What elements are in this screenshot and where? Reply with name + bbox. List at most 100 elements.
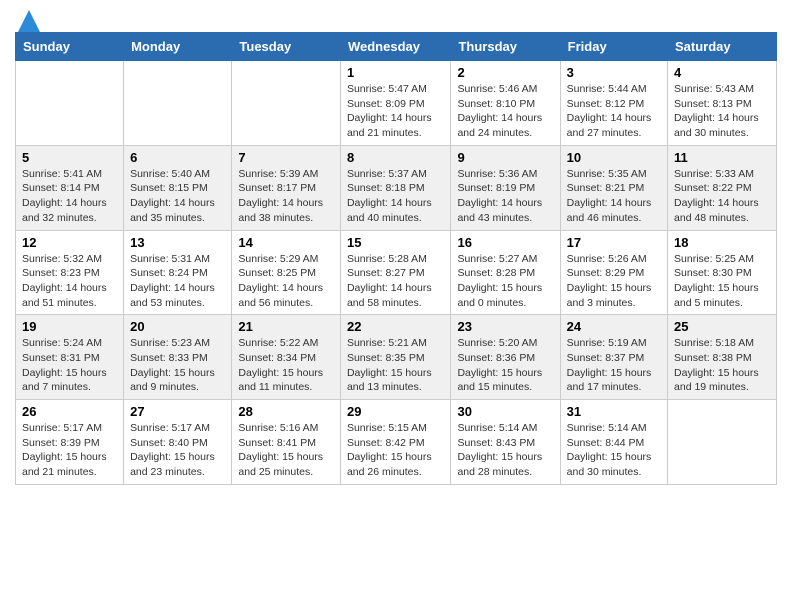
day-number: 13 (130, 235, 225, 250)
day-info: Sunrise: 5:46 AM Sunset: 8:10 PM Dayligh… (457, 82, 553, 141)
day-info: Sunrise: 5:14 AM Sunset: 8:43 PM Dayligh… (457, 421, 553, 480)
logo (15, 10, 40, 24)
calendar-week-5: 26 Sunrise: 5:17 AM Sunset: 8:39 PM Dayli… (16, 400, 777, 485)
day-info: Sunrise: 5:37 AM Sunset: 8:18 PM Dayligh… (347, 167, 445, 226)
day-number: 20 (130, 319, 225, 334)
day-info: Sunrise: 5:18 AM Sunset: 8:38 PM Dayligh… (674, 336, 770, 395)
day-info: Sunrise: 5:20 AM Sunset: 8:36 PM Dayligh… (457, 336, 553, 395)
day-info: Sunrise: 5:15 AM Sunset: 8:42 PM Dayligh… (347, 421, 445, 480)
day-info: Sunrise: 5:29 AM Sunset: 8:25 PM Dayligh… (238, 252, 334, 311)
day-number: 23 (457, 319, 553, 334)
calendar-cell: 9Sunrise: 5:36 AM Sunset: 8:19 PM Daylig… (451, 145, 560, 230)
header (15, 10, 777, 24)
calendar-header-thursday: Thursday (451, 33, 560, 61)
calendar-cell: 26 Sunrise: 5:17 AM Sunset: 8:39 PM Dayli… (16, 400, 124, 485)
day-info: Sunrise: 5:24 AM Sunset: 8:31 PM Dayligh… (22, 336, 117, 395)
calendar-cell: 29 Sunrise: 5:15 AM Sunset: 8:42 PM Dayli… (340, 400, 451, 485)
calendar-cell: 5 Sunrise: 5:41 AM Sunset: 8:14 PM Daylig… (16, 145, 124, 230)
day-number: 6 (130, 150, 225, 165)
page: SundayMondayTuesdayWednesdayThursdayFrid… (0, 0, 792, 500)
day-number: 12 (22, 235, 117, 250)
calendar-week-1: 1 Sunrise: 5:47 AM Sunset: 8:09 PM Daylig… (16, 61, 777, 146)
day-number: 15 (347, 235, 445, 250)
calendar-cell: 4Sunrise: 5:43 AM Sunset: 8:13 PM Daylig… (668, 61, 777, 146)
calendar-header-row: SundayMondayTuesdayWednesdayThursdayFrid… (16, 33, 777, 61)
calendar-cell: 2 Sunrise: 5:46 AM Sunset: 8:10 PM Daylig… (451, 61, 560, 146)
day-number: 9 (457, 150, 553, 165)
day-number: 14 (238, 235, 334, 250)
day-number: 31 (567, 404, 661, 419)
day-info: Sunrise: 5:32 AM Sunset: 8:23 PM Dayligh… (22, 252, 117, 311)
day-number: 5 (22, 150, 117, 165)
day-number: 27 (130, 404, 225, 419)
calendar-cell: 19Sunrise: 5:24 AM Sunset: 8:31 PM Dayli… (16, 315, 124, 400)
day-number: 30 (457, 404, 553, 419)
day-info: Sunrise: 5:23 AM Sunset: 8:33 PM Dayligh… (130, 336, 225, 395)
calendar-cell: 28 Sunrise: 5:16 AM Sunset: 8:41 PM Dayli… (232, 400, 341, 485)
day-info: Sunrise: 5:40 AM Sunset: 8:15 PM Dayligh… (130, 167, 225, 226)
calendar-cell: 6 Sunrise: 5:40 AM Sunset: 8:15 PM Daylig… (124, 145, 232, 230)
calendar-cell: 3 Sunrise: 5:44 AM Sunset: 8:12 PM Daylig… (560, 61, 667, 146)
day-info: Sunrise: 5:41 AM Sunset: 8:14 PM Dayligh… (22, 167, 117, 226)
day-number: 16 (457, 235, 553, 250)
calendar-cell: 16 Sunrise: 5:27 AM Sunset: 8:28 PM Dayli… (451, 230, 560, 315)
calendar-header-tuesday: Tuesday (232, 33, 341, 61)
calendar-cell: 30 Sunrise: 5:14 AM Sunset: 8:43 PM Dayli… (451, 400, 560, 485)
day-info: Sunrise: 5:16 AM Sunset: 8:41 PM Dayligh… (238, 421, 334, 480)
day-info: Sunrise: 5:14 AM Sunset: 8:44 PM Dayligh… (567, 421, 661, 480)
calendar-week-4: 19Sunrise: 5:24 AM Sunset: 8:31 PM Dayli… (16, 315, 777, 400)
day-info: Sunrise: 5:44 AM Sunset: 8:12 PM Dayligh… (567, 82, 661, 141)
calendar-cell: 24Sunrise: 5:19 AM Sunset: 8:37 PM Dayli… (560, 315, 667, 400)
calendar-cell: 17 Sunrise: 5:26 AM Sunset: 8:29 PM Dayli… (560, 230, 667, 315)
day-number: 2 (457, 65, 553, 80)
calendar-cell: 7 Sunrise: 5:39 AM Sunset: 8:17 PM Daylig… (232, 145, 341, 230)
day-info: Sunrise: 5:21 AM Sunset: 8:35 PM Dayligh… (347, 336, 445, 395)
day-number: 11 (674, 150, 770, 165)
day-info: Sunrise: 5:31 AM Sunset: 8:24 PM Dayligh… (130, 252, 225, 311)
calendar-week-3: 12 Sunrise: 5:32 AM Sunset: 8:23 PM Dayli… (16, 230, 777, 315)
day-number: 22 (347, 319, 445, 334)
calendar-cell (16, 61, 124, 146)
calendar-week-2: 5 Sunrise: 5:41 AM Sunset: 8:14 PM Daylig… (16, 145, 777, 230)
day-number: 25 (674, 319, 770, 334)
calendar-cell: 14 Sunrise: 5:29 AM Sunset: 8:25 PM Dayli… (232, 230, 341, 315)
day-number: 24 (567, 319, 661, 334)
calendar-header-monday: Monday (124, 33, 232, 61)
day-info: Sunrise: 5:17 AM Sunset: 8:39 PM Dayligh… (22, 421, 117, 480)
day-info: Sunrise: 5:47 AM Sunset: 8:09 PM Dayligh… (347, 82, 445, 141)
calendar-header-wednesday: Wednesday (340, 33, 451, 61)
calendar-cell: 21Sunrise: 5:22 AM Sunset: 8:34 PM Dayli… (232, 315, 341, 400)
logo-triangle-icon (18, 10, 40, 32)
day-number: 3 (567, 65, 661, 80)
calendar: SundayMondayTuesdayWednesdayThursdayFrid… (15, 32, 777, 485)
day-number: 21 (238, 319, 334, 334)
calendar-cell: 18Sunrise: 5:25 AM Sunset: 8:30 PM Dayli… (668, 230, 777, 315)
day-number: 10 (567, 150, 661, 165)
calendar-header-friday: Friday (560, 33, 667, 61)
day-number: 7 (238, 150, 334, 165)
day-info: Sunrise: 5:17 AM Sunset: 8:40 PM Dayligh… (130, 421, 225, 480)
day-number: 4 (674, 65, 770, 80)
calendar-header-sunday: Sunday (16, 33, 124, 61)
day-number: 1 (347, 65, 445, 80)
calendar-cell: 31 Sunrise: 5:14 AM Sunset: 8:44 PM Dayli… (560, 400, 667, 485)
day-number: 18 (674, 235, 770, 250)
day-number: 17 (567, 235, 661, 250)
day-info: Sunrise: 5:27 AM Sunset: 8:28 PM Dayligh… (457, 252, 553, 311)
day-number: 26 (22, 404, 117, 419)
day-info: Sunrise: 5:26 AM Sunset: 8:29 PM Dayligh… (567, 252, 661, 311)
day-info: Sunrise: 5:39 AM Sunset: 8:17 PM Dayligh… (238, 167, 334, 226)
day-number: 28 (238, 404, 334, 419)
calendar-cell: 20 Sunrise: 5:23 AM Sunset: 8:33 PM Dayli… (124, 315, 232, 400)
calendar-cell: 8 Sunrise: 5:37 AM Sunset: 8:18 PM Daylig… (340, 145, 451, 230)
day-info: Sunrise: 5:35 AM Sunset: 8:21 PM Dayligh… (567, 167, 661, 226)
calendar-cell: 22 Sunrise: 5:21 AM Sunset: 8:35 PM Dayli… (340, 315, 451, 400)
calendar-cell (668, 400, 777, 485)
calendar-cell: 10 Sunrise: 5:35 AM Sunset: 8:21 PM Dayli… (560, 145, 667, 230)
day-number: 29 (347, 404, 445, 419)
calendar-cell (124, 61, 232, 146)
day-number: 8 (347, 150, 445, 165)
calendar-cell: 15 Sunrise: 5:28 AM Sunset: 8:27 PM Dayli… (340, 230, 451, 315)
day-info: Sunrise: 5:28 AM Sunset: 8:27 PM Dayligh… (347, 252, 445, 311)
calendar-header-saturday: Saturday (668, 33, 777, 61)
